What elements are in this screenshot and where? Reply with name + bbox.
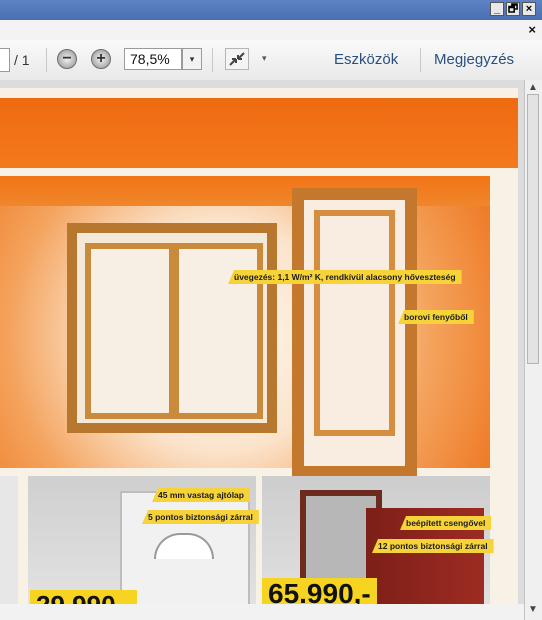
window-pane bbox=[85, 243, 175, 419]
close-document-button[interactable]: × bbox=[528, 22, 536, 37]
minimize-button[interactable]: _ bbox=[490, 2, 504, 16]
restore-button[interactable]: 🗗 bbox=[506, 2, 520, 16]
fit-page-button[interactable] bbox=[225, 48, 249, 70]
menu-bar: × bbox=[0, 20, 542, 40]
chevron-down-icon: ▾ bbox=[189, 54, 195, 64]
window-pane bbox=[173, 243, 263, 419]
zoom-in-icon: + bbox=[96, 50, 106, 67]
zoom-in-button[interactable]: + bbox=[91, 49, 111, 69]
wooden-balcony-door-image bbox=[292, 188, 417, 478]
white-door-image bbox=[120, 491, 250, 608]
peephole-callout: beépített csengővel bbox=[400, 516, 492, 530]
toolbar-divider bbox=[46, 48, 47, 72]
scroll-up-icon[interactable]: ▲ bbox=[528, 82, 538, 93]
zoom-dropdown-button[interactable]: ▾ bbox=[182, 48, 202, 70]
tools-button[interactable]: Eszközök bbox=[334, 51, 398, 68]
product-panel bbox=[0, 476, 18, 608]
close-window-button[interactable]: × bbox=[522, 2, 536, 16]
header-band bbox=[0, 98, 518, 168]
scroll-down-icon[interactable]: ▼ bbox=[528, 604, 538, 615]
lock-12-callout: 12 pontos biztonsági zárral bbox=[372, 539, 494, 553]
page-total-label: / 1 bbox=[14, 52, 30, 68]
zoom-out-button[interactable]: − bbox=[57, 49, 77, 69]
brochure-page: üvegezés: 1,1 W/m² K, rendkívül alacsony… bbox=[0, 88, 518, 608]
lock-5-callout: 5 pontos biztonsági zárral bbox=[142, 510, 259, 524]
door-pane bbox=[314, 210, 395, 436]
comment-button[interactable]: Megjegyzés bbox=[434, 51, 514, 68]
zoom-out-icon: − bbox=[62, 50, 72, 67]
page-number-input[interactable] bbox=[0, 48, 10, 72]
door-window-arch bbox=[154, 533, 214, 559]
window-title-bar: _ 🗗 × bbox=[0, 0, 542, 20]
document-viewport[interactable]: üvegezés: 1,1 W/m² K, rendkívül alacsony… bbox=[0, 80, 524, 620]
panel-thickness-callout: 45 mm vastag ajtólap bbox=[152, 488, 250, 502]
toolbar-divider bbox=[420, 48, 421, 72]
fit-page-icon bbox=[229, 52, 245, 66]
toolbar-options-icon[interactable]: ▾ bbox=[262, 53, 267, 64]
vertical-scrollbar[interactable]: ▲ ▼ bbox=[524, 80, 542, 620]
toolbar-divider bbox=[212, 48, 213, 72]
pine-callout: borovi fenyőből bbox=[398, 310, 474, 324]
pdf-toolbar: / 1 − + 78,5% ▾ ▾ Eszközök Megjegyzés bbox=[0, 40, 542, 81]
wooden-window-image bbox=[67, 223, 277, 433]
horizontal-scrollbar[interactable] bbox=[0, 604, 524, 620]
zoom-level-input[interactable]: 78,5% bbox=[124, 48, 182, 70]
glazing-callout: üvegezés: 1,1 W/m² K, rendkívül alacsony… bbox=[228, 270, 462, 284]
scroll-thumb[interactable] bbox=[527, 94, 539, 364]
